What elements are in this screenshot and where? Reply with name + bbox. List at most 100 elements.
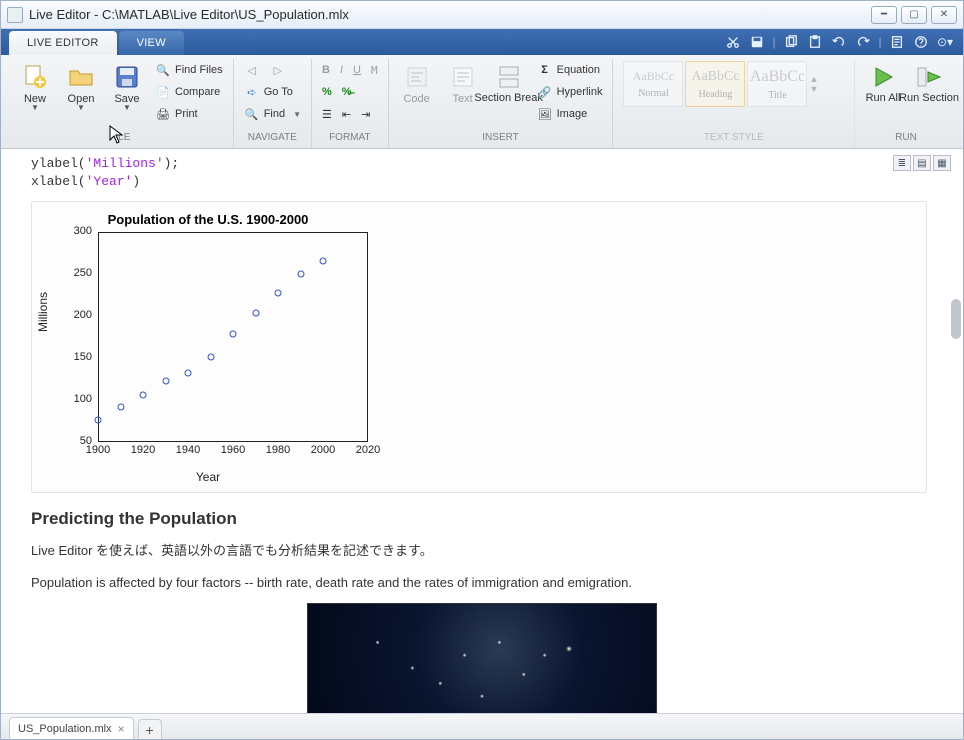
text-icon bbox=[449, 63, 477, 91]
equation-icon: Σ bbox=[537, 62, 553, 78]
chart-point bbox=[117, 403, 124, 410]
code-block[interactable]: ylabel('Millions'); xlabel('Year') bbox=[31, 155, 933, 191]
mono-button: M bbox=[367, 59, 382, 81]
document-tabs: US_Population.mlx × + bbox=[1, 713, 963, 739]
find-button[interactable]: 🔍Find▼ bbox=[240, 103, 305, 125]
tab-view[interactable]: VIEW bbox=[119, 31, 184, 55]
chart-point bbox=[275, 290, 282, 297]
run-section-icon bbox=[915, 63, 943, 91]
chart-xtick: 1960 bbox=[218, 444, 248, 456]
style-title: AaBbCcTitle bbox=[747, 61, 807, 107]
qa-sep2: | bbox=[877, 32, 883, 52]
chart-point bbox=[297, 271, 304, 278]
chart-point bbox=[207, 354, 214, 361]
chart-xtick: 1900 bbox=[83, 444, 113, 456]
chart-point bbox=[185, 370, 192, 377]
image-button[interactable]: 🖼Image bbox=[533, 103, 607, 125]
outdent-icon[interactable]: ⇤ bbox=[338, 103, 355, 125]
group-navigate: ◁ ▷ ➪Go To 🔍Find▼ NAVIGATE bbox=[234, 59, 312, 148]
chart-point bbox=[320, 258, 327, 265]
bold-button: B bbox=[318, 59, 334, 81]
group-file: New▼ Open▼ Save▼ 🔍Find Files 📄Compare 🖨P… bbox=[7, 59, 234, 148]
chart-xtick: 2020 bbox=[353, 444, 383, 456]
percent-x-icon[interactable]: %̶ bbox=[338, 81, 356, 103]
embedded-image bbox=[307, 603, 657, 713]
qa-doc-icon[interactable] bbox=[887, 32, 907, 52]
chart-point bbox=[230, 330, 237, 337]
view-side-icon[interactable]: ▤ bbox=[913, 155, 931, 171]
close-tab-icon[interactable]: × bbox=[118, 722, 125, 736]
chart-xlabel: Year bbox=[38, 470, 378, 484]
print-icon: 🖨 bbox=[155, 106, 171, 122]
italic-button: I bbox=[336, 59, 347, 81]
group-run: Run All Run Section RUN bbox=[855, 59, 957, 148]
chart-point bbox=[162, 377, 169, 384]
view-code-only-icon[interactable]: ≣ bbox=[893, 155, 911, 171]
chart-ytick: 150 bbox=[38, 351, 92, 363]
open-button[interactable]: Open▼ bbox=[59, 59, 103, 115]
output-cell: Population of the U.S. 1900-2000 Million… bbox=[31, 201, 927, 493]
percent-icon[interactable]: % bbox=[318, 81, 336, 103]
bullets-icon[interactable]: ☰ bbox=[318, 103, 336, 125]
hyperlink-icon: 🔗 bbox=[537, 84, 553, 100]
goto-icon: ➪ bbox=[244, 84, 260, 100]
qa-dropdown-icon[interactable]: ⊙▾ bbox=[935, 32, 955, 52]
find-files-icon: 🔍 bbox=[155, 62, 171, 78]
window-title: Live Editor - C:\MATLAB\Live Editor\US_P… bbox=[29, 7, 871, 22]
chart-ytick: 250 bbox=[38, 267, 92, 279]
open-icon bbox=[67, 63, 95, 91]
code-icon bbox=[403, 63, 431, 91]
style-normal: AaBbCcNormal bbox=[623, 61, 683, 107]
minimize-button[interactable]: ━ bbox=[871, 6, 897, 24]
equation-button[interactable]: ΣEquation bbox=[533, 59, 607, 81]
app-icon bbox=[7, 7, 23, 23]
new-button[interactable]: New▼ bbox=[13, 59, 57, 115]
view-inline-icon[interactable]: ▦ bbox=[933, 155, 951, 171]
qa-redo-icon[interactable] bbox=[853, 32, 873, 52]
scrollbar-thumb[interactable] bbox=[951, 299, 961, 339]
chart-point bbox=[252, 310, 259, 317]
print-button[interactable]: 🖨Print bbox=[151, 103, 227, 125]
compare-icon: 📄 bbox=[155, 84, 171, 100]
chart-ytick: 200 bbox=[38, 309, 92, 321]
qa-copy-icon[interactable] bbox=[781, 32, 801, 52]
editor-content: ≣ ▤ ▦ ylabel('Millions'); xlabel('Year')… bbox=[1, 149, 963, 713]
close-button[interactable]: ✕ bbox=[931, 6, 957, 24]
compare-button[interactable]: 📄Compare bbox=[151, 81, 227, 103]
qa-undo-icon[interactable] bbox=[829, 32, 849, 52]
chart-point bbox=[140, 391, 147, 398]
doc-heading: Predicting the Population bbox=[31, 509, 933, 529]
qa-sep: | bbox=[771, 32, 777, 52]
run-section-button[interactable]: Run Section bbox=[907, 59, 951, 108]
qa-paste-icon[interactable] bbox=[805, 32, 825, 52]
indent-icon[interactable]: ⇥ bbox=[357, 103, 374, 125]
section-break-button[interactable]: Section Break bbox=[487, 59, 531, 108]
image-icon: 🖼 bbox=[537, 106, 553, 122]
run-all-icon bbox=[869, 63, 897, 91]
titlebar: Live Editor - C:\MATLAB\Live Editor\US_P… bbox=[1, 1, 963, 29]
group-insert: Code Text Section Break ΣEquation 🔗Hyper… bbox=[389, 59, 614, 148]
tab-live-editor[interactable]: LIVE EDITOR bbox=[9, 31, 117, 55]
doc-paragraph-1: Live Editor を使えば、英語以外の言語でも分析結果を記述できます。 bbox=[31, 539, 933, 563]
chart-figure: Population of the U.S. 1900-2000 Million… bbox=[38, 212, 378, 482]
app-window: Live Editor - C:\MATLAB\Live Editor\US_P… bbox=[0, 0, 964, 740]
maximize-button[interactable]: ▢ bbox=[901, 6, 927, 24]
group-format: B I U M % %̶ ☰ ⇤ ⇥ FORMAT bbox=[312, 59, 389, 148]
save-button[interactable]: Save▼ bbox=[105, 59, 149, 115]
qa-cut-icon[interactable] bbox=[723, 32, 743, 52]
save-icon bbox=[113, 63, 141, 91]
chart-ytick: 300 bbox=[38, 225, 92, 237]
find-files-button[interactable]: 🔍Find Files bbox=[151, 59, 227, 81]
add-tab-button[interactable]: + bbox=[138, 719, 162, 739]
qa-help-icon[interactable] bbox=[911, 32, 931, 52]
ribbon: New▼ Open▼ Save▼ 🔍Find Files 📄Compare 🖨P… bbox=[1, 55, 963, 149]
file-tab[interactable]: US_Population.mlx × bbox=[9, 717, 134, 739]
chart-xtick: 2000 bbox=[308, 444, 338, 456]
underline-button: U bbox=[349, 59, 365, 81]
style-heading: AaBbCcHeading bbox=[685, 61, 745, 107]
chart-xtick: 1940 bbox=[173, 444, 203, 456]
qa-save-icon[interactable] bbox=[747, 32, 767, 52]
ribbon-tabs: LIVE EDITOR VIEW | | ⊙▾ bbox=[1, 29, 963, 55]
goto-button[interactable]: ➪Go To bbox=[240, 81, 305, 103]
hyperlink-button[interactable]: 🔗Hyperlink bbox=[533, 81, 607, 103]
